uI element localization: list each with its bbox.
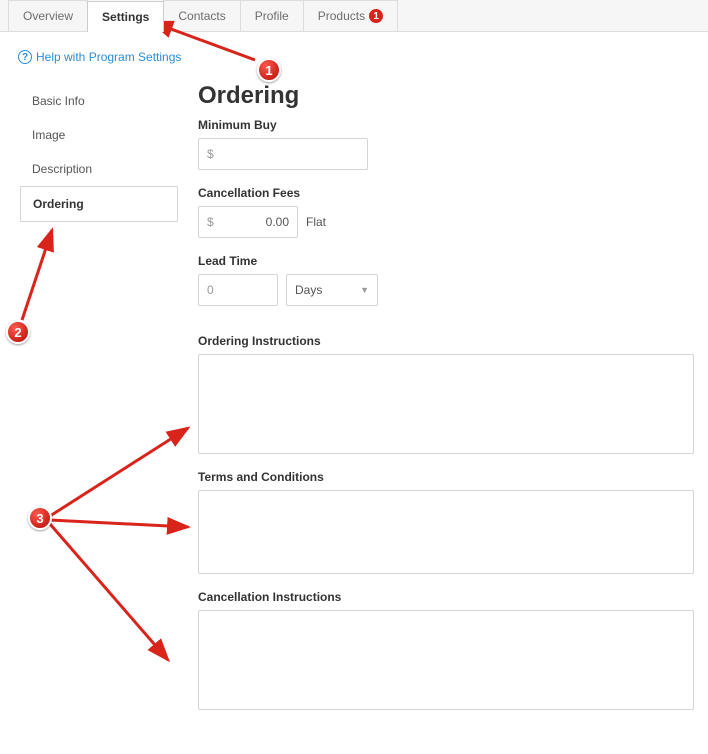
tab-products[interactable]: Products 1 — [303, 0, 398, 31]
sidebar-item-label: Image — [32, 128, 65, 142]
currency-prefix: $ — [207, 215, 214, 229]
page-title: Ordering — [198, 82, 694, 110]
input-value: 0.00 — [220, 215, 289, 229]
textarea-terms-conditions[interactable] — [198, 490, 694, 574]
label-lead-time: Lead Time — [198, 254, 694, 268]
currency-prefix: $ — [207, 147, 214, 161]
tab-profile[interactable]: Profile — [240, 0, 304, 31]
tab-label: Contacts — [178, 9, 225, 23]
sidebar-item-basic-info[interactable]: Basic Info — [20, 84, 178, 118]
help-icon: ? — [18, 50, 32, 64]
sidebar-item-label: Basic Info — [32, 94, 85, 108]
help-link-text: Help with Program Settings — [36, 50, 181, 64]
tab-label: Products — [318, 9, 365, 23]
products-badge: 1 — [369, 9, 383, 23]
cancellation-fee-type: Flat — [306, 215, 326, 229]
help-link[interactable]: ? Help with Program Settings — [0, 32, 708, 76]
label-minimum-buy: Minimum Buy — [198, 118, 694, 132]
label-terms-conditions: Terms and Conditions — [198, 470, 694, 484]
textarea-cancellation-instructions[interactable] — [198, 610, 694, 710]
input-minimum-buy[interactable]: $ — [198, 138, 368, 170]
content: Ordering Minimum Buy $ Cancellation Fees… — [178, 76, 700, 724]
tab-label: Settings — [102, 10, 149, 24]
input-value: 0 — [207, 283, 214, 297]
tab-label: Overview — [23, 9, 73, 23]
label-cancellation-instructions: Cancellation Instructions — [198, 590, 694, 604]
tab-bar: Overview Settings Contacts Profile Produ… — [0, 0, 708, 32]
input-cancellation-fees[interactable]: $ 0.00 — [198, 206, 298, 238]
select-value: Days — [295, 283, 322, 297]
main-layout: Basic Info Image Description Ordering Or… — [0, 76, 708, 754]
sidebar-item-label: Ordering — [33, 197, 84, 211]
sidebar-item-image[interactable]: Image — [20, 118, 178, 152]
chevron-down-icon: ▼ — [360, 285, 369, 295]
tab-label: Profile — [255, 9, 289, 23]
label-cancellation-fees: Cancellation Fees — [198, 186, 694, 200]
tab-overview[interactable]: Overview — [8, 0, 88, 31]
tab-contacts[interactable]: Contacts — [163, 0, 240, 31]
textarea-ordering-instructions[interactable] — [198, 354, 694, 454]
label-ordering-instructions: Ordering Instructions — [198, 334, 694, 348]
sidebar-item-label: Description — [32, 162, 92, 176]
tab-settings[interactable]: Settings — [87, 1, 164, 32]
sidebar: Basic Info Image Description Ordering — [8, 76, 178, 724]
sidebar-item-description[interactable]: Description — [20, 152, 178, 186]
sidebar-item-ordering[interactable]: Ordering — [20, 186, 178, 222]
select-lead-time-unit[interactable]: Days ▼ — [286, 274, 378, 306]
input-lead-time[interactable]: 0 — [198, 274, 278, 306]
